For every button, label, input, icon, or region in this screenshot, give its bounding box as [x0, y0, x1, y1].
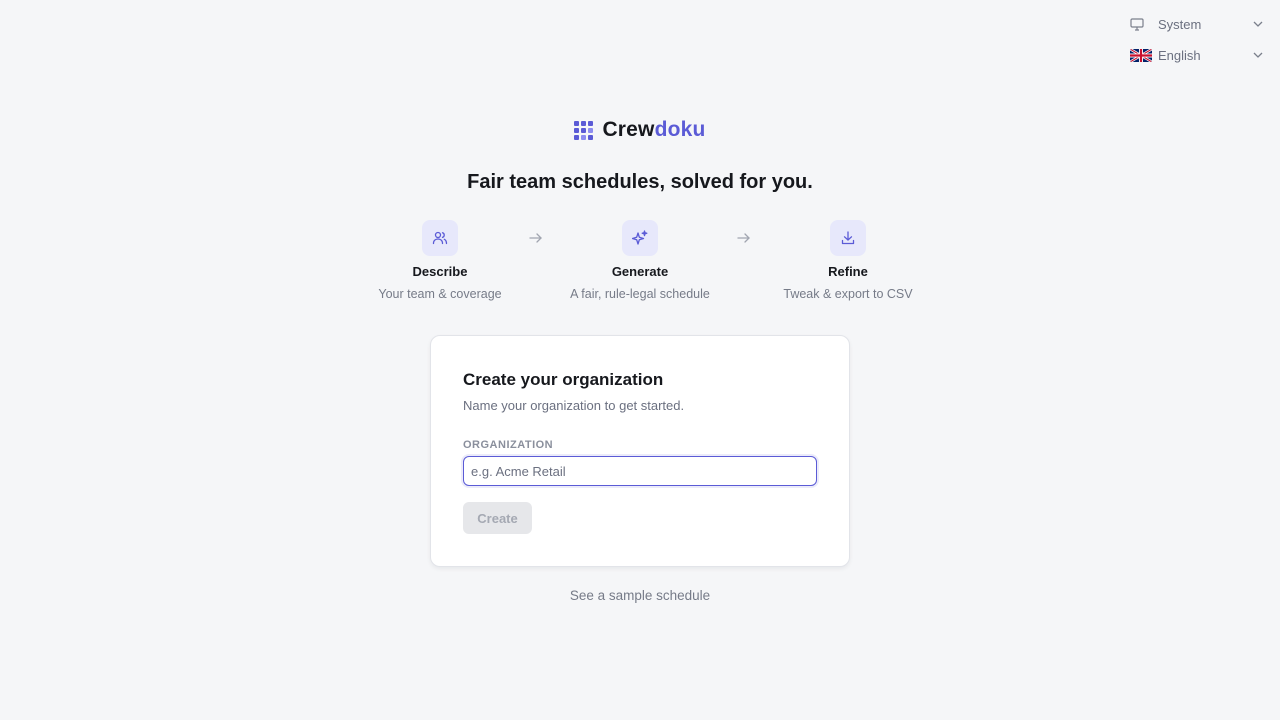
users-icon	[422, 220, 458, 256]
uk-flag-icon	[1130, 48, 1152, 62]
grid-logo-icon	[574, 120, 594, 140]
theme-select[interactable]: System	[1130, 12, 1264, 36]
create-button[interactable]: Create	[463, 502, 532, 534]
chevron-down-icon	[1252, 49, 1264, 61]
step-description: A fair, rule-legal schedule	[570, 287, 710, 301]
theme-select-label: System	[1158, 16, 1202, 32]
language-select-label: English	[1158, 47, 1201, 63]
card-subtitle: Name your organization to get started.	[463, 398, 685, 413]
create-organization-card: Create your organization Name your organ…	[430, 335, 850, 567]
download-icon	[830, 220, 866, 256]
brand-name-part2: doku	[654, 118, 706, 141]
sparkles-icon	[622, 220, 658, 256]
chevron-down-icon	[1252, 18, 1264, 30]
step-title: Describe	[412, 264, 468, 279]
step-description: Tweak & export to CSV	[783, 287, 913, 301]
step-describe: Describe Your team & coverage	[360, 220, 520, 301]
top-controls: System English	[1130, 12, 1264, 74]
arrow-right-icon	[737, 233, 750, 243]
step-refine: Refine Tweak & export to CSV	[768, 220, 928, 301]
card-title: Create your organization	[463, 370, 664, 389]
brand-name-part1: Crew	[602, 118, 655, 141]
tagline: Fair team schedules, solved for you.	[467, 171, 813, 193]
organization-field-label: ORGANIZATION	[463, 439, 554, 451]
arrow-right-icon	[529, 233, 542, 243]
step-title: Refine	[828, 264, 868, 279]
step-title: Generate	[611, 264, 669, 279]
organization-input[interactable]	[463, 456, 817, 486]
sample-schedule-link[interactable]: See a sample schedule	[0, 588, 1280, 603]
language-select[interactable]: English	[1130, 43, 1264, 67]
brand: Crewdoku	[0, 118, 1280, 142]
step-description: Your team & coverage	[378, 287, 502, 301]
steps: Describe Your team & coverage Generate A…	[360, 220, 920, 310]
step-generate: Generate A fair, rule-legal schedule	[560, 220, 720, 301]
monitor-icon	[1130, 17, 1152, 31]
brand-name: Crewdoku	[602, 118, 705, 142]
